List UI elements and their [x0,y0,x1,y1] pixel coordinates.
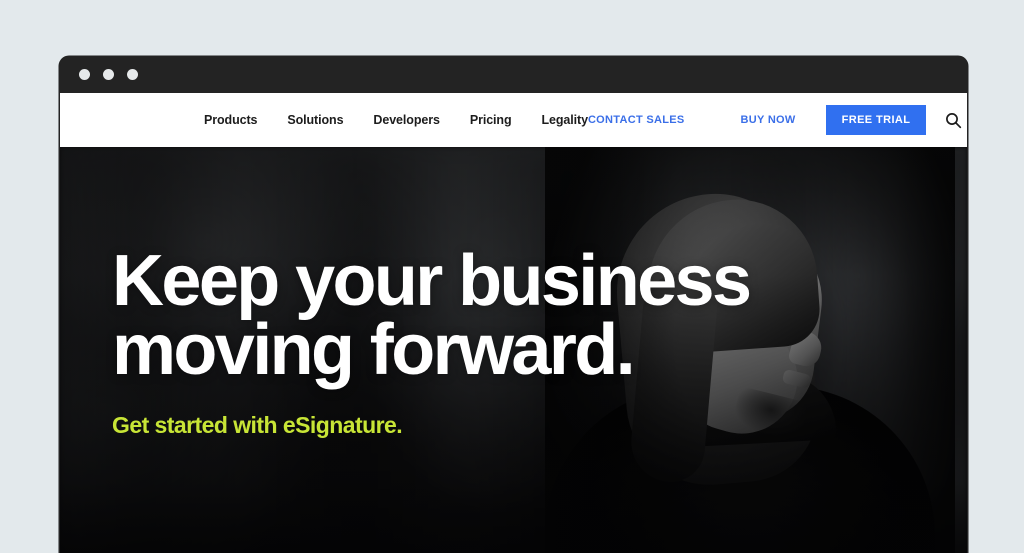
contact-sales-link[interactable]: CONTACT SALES [588,114,685,126]
browser-titlebar [59,56,968,93]
close-dot[interactable] [79,69,90,80]
nav-item-pricing[interactable]: Pricing [470,113,512,127]
nav-item-legality[interactable]: Legality [542,113,589,127]
browser-window: Products Solutions Developers Pricing Le… [59,56,968,553]
secondary-nav: CONTACT SALES BUY NOW FREE TRIAL [588,105,963,135]
minimize-dot[interactable] [103,69,114,80]
buy-now-link[interactable]: BUY NOW [741,114,796,126]
hero-title: Keep your business moving forward. [112,241,752,391]
nav-item-solutions[interactable]: Solutions [287,113,343,127]
nav-item-developers[interactable]: Developers [373,113,440,127]
hero-copy: Keep your business moving forward. Get s… [112,241,752,439]
hero-subtitle: Get started with eSignature. [112,412,403,439]
search-icon [945,112,962,128]
hero-section: Keep your business moving forward. Get s… [60,147,967,553]
site-navbar: Products Solutions Developers Pricing Le… [60,93,967,147]
hero-title-line-2: moving forward. [112,310,636,391]
hero-title-line-1: Keep your business [112,241,752,321]
nav-item-products[interactable]: Products [204,113,257,127]
search-button[interactable] [943,110,963,130]
primary-nav: Products Solutions Developers Pricing Le… [204,113,588,127]
free-trial-button[interactable]: FREE TRIAL [825,105,927,135]
maximize-dot[interactable] [127,69,138,80]
